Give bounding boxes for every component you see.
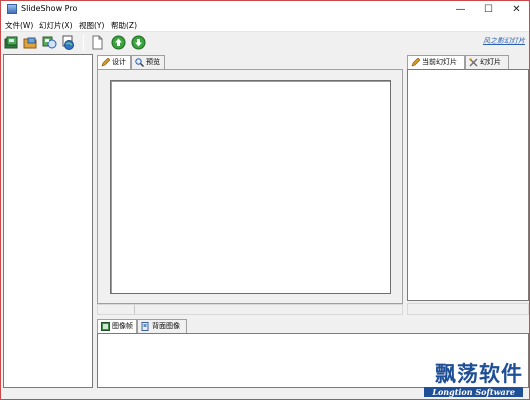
minimize-button[interactable]: — [447, 1, 474, 18]
new-project-icon[interactable] [4, 35, 19, 50]
menu-view[interactable]: 视图(Y) [79, 20, 104, 31]
slides-tabstrip: 当前幻灯片 幻灯片 [407, 55, 529, 70]
toolbar-separator [83, 35, 84, 51]
tab-design[interactable]: 设计 [97, 55, 131, 70]
tab-preview[interactable]: 预览 [131, 55, 165, 69]
move-down-icon[interactable] [131, 35, 146, 50]
blank-page-icon[interactable] [90, 35, 105, 50]
watermark-logo: 飘荡软件 Longtion Software [424, 358, 523, 397]
maximize-button[interactable]: ☐ [475, 1, 502, 18]
tab-slides[interactable]: 幻灯片 [465, 55, 509, 69]
design-tabstrip: 设计 预览 [97, 55, 403, 70]
properties-status-strip [407, 303, 529, 315]
background-image-icon [141, 322, 149, 331]
menu-help[interactable]: 帮助(Z) [111, 20, 137, 31]
app-icon [7, 4, 17, 14]
tab-image-frame-label: 图像帧 [112, 322, 133, 330]
current-slide-icon [411, 58, 420, 67]
design-pane [97, 69, 403, 304]
tab-current-slide-label: 当前幻灯片 [422, 58, 457, 66]
close-button[interactable]: ✕ [503, 1, 530, 18]
tab-preview-label: 预览 [146, 58, 160, 66]
tab-design-label: 设计 [112, 58, 126, 66]
title-bar: SlideShow Pro — ☐ ✕ [1, 1, 529, 18]
design-pencil-icon [101, 58, 110, 67]
toolbar: 风之影幻灯片 [1, 32, 529, 54]
open-folder-icon[interactable] [23, 35, 38, 50]
app-window: SlideShow Pro — ☐ ✕ 文件(W) 幻灯片(X) 视图(Y) 帮… [0, 0, 530, 400]
watermark-cn-text: 飘荡软件 [435, 362, 523, 386]
slides-tools-icon [469, 58, 478, 67]
tab-background-image[interactable]: 背面图像 [137, 319, 187, 333]
image-frame-icon [101, 322, 110, 331]
tab-image-frame[interactable]: 图像帧 [97, 319, 137, 334]
preview-magnifier-icon [135, 58, 144, 67]
tab-current-slide[interactable]: 当前幻灯片 [407, 55, 465, 70]
globe-icon[interactable] [61, 35, 76, 50]
watermark-en-text: Longtion Software [424, 387, 523, 397]
tab-background-image-label: 背面图像 [152, 322, 180, 330]
bottom-tabstrip: 图像帧 背面图像 [97, 319, 529, 334]
slide-properties-panel[interactable] [407, 69, 529, 301]
image-browse-icon[interactable] [42, 35, 57, 50]
design-status-strip [97, 304, 403, 315]
menu-bar: 文件(W) 幻灯片(X) 视图(Y) 帮助(Z) [1, 18, 529, 32]
window-title: SlideShow Pro [21, 4, 78, 13]
slide-list-panel[interactable] [3, 54, 93, 388]
tab-slides-label: 幻灯片 [480, 58, 501, 66]
move-up-icon[interactable] [111, 35, 126, 50]
status-divider [134, 305, 135, 314]
menu-slide[interactable]: 幻灯片(X) [39, 20, 73, 31]
brand-link[interactable]: 风之影幻灯片 [483, 36, 525, 46]
menu-file[interactable]: 文件(W) [5, 20, 33, 31]
slide-canvas[interactable] [110, 80, 391, 294]
